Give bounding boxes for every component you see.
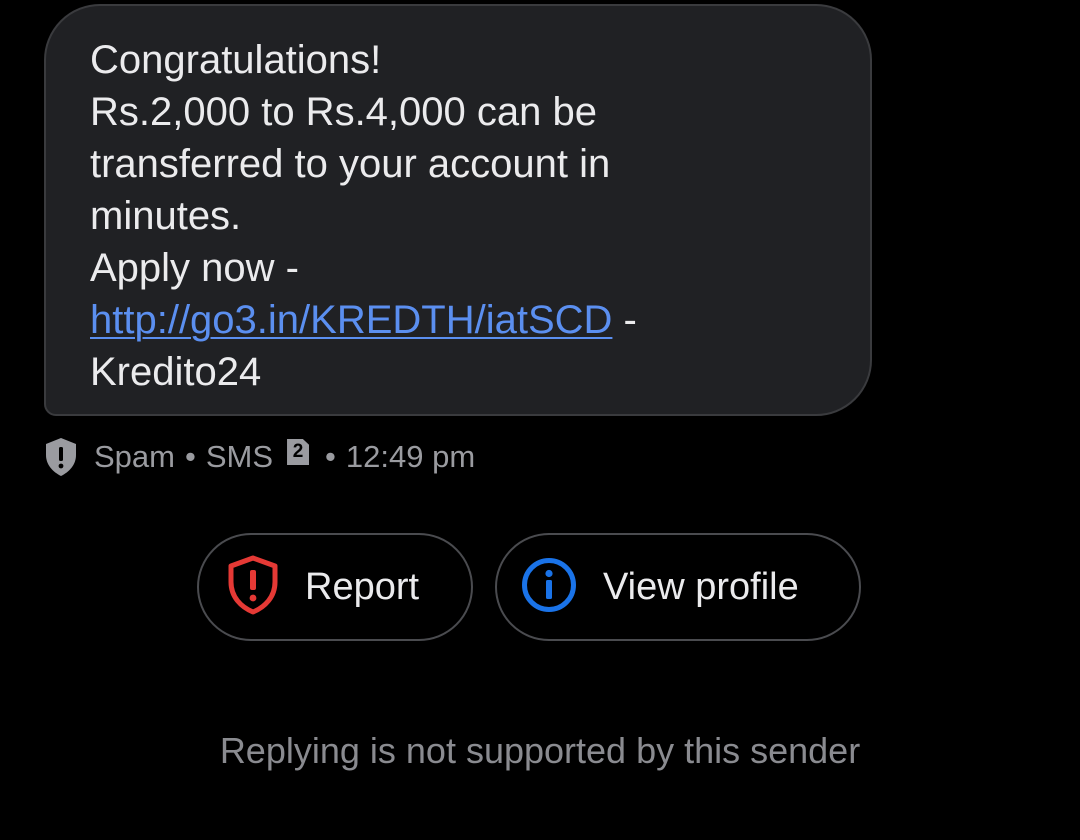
message-link-line: http://go3.in/KREDTH/iatSCD - <box>90 294 830 346</box>
message-line: transferred to your account in <box>90 142 611 186</box>
shield-alert-icon <box>227 555 279 620</box>
link-suffix: - <box>612 298 637 342</box>
sender-signature: Kredito24 <box>90 350 262 394</box>
message-link[interactable]: http://go3.in/KREDTH/iatSCD <box>90 298 612 342</box>
sim-slot-icon: 2 <box>287 439 310 465</box>
report-button[interactable]: Report <box>197 533 473 641</box>
shield-alert-icon <box>44 437 78 477</box>
channel-label: SMS <box>205 439 274 474</box>
meta-separator: • <box>184 439 196 474</box>
info-icon <box>521 557 577 618</box>
report-button-label: Report <box>305 565 420 608</box>
message-line: minutes. <box>90 194 242 238</box>
reply-disabled-note: Replying is not supported by this sender <box>219 730 861 771</box>
view-profile-button[interactable]: View profile <box>495 533 861 641</box>
spam-label: Spam <box>94 439 175 474</box>
meta-separator: • <box>325 439 336 474</box>
message-meta: Spam • SMS 2 • 12:49 pm <box>44 432 475 482</box>
message-line: Rs.2,000 to Rs.4,000 can be <box>90 90 597 134</box>
message-line: Apply now - <box>90 246 299 290</box>
message-line: Congratulations! <box>90 38 382 82</box>
message-time: 12:49 pm <box>345 439 476 474</box>
action-row: Report View profile <box>0 533 1080 641</box>
view-profile-button-label: View profile <box>603 565 799 608</box>
message-bubble[interactable]: Congratulations! Rs.2,000 to Rs.4,000 ca… <box>44 4 872 416</box>
